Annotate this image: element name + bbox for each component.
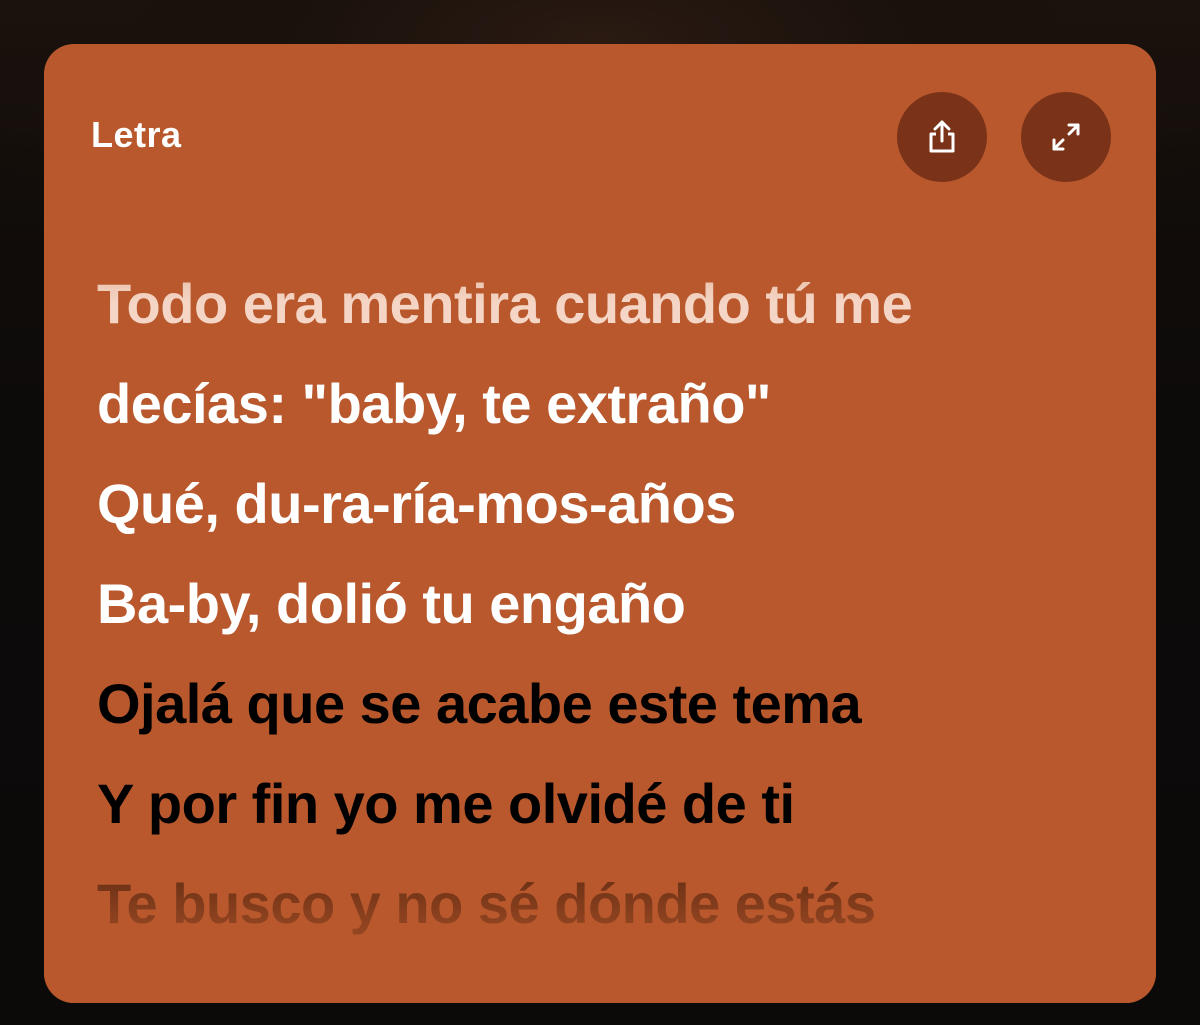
lyrics-panel: Letra Todo era mentira cuando tú me decí… (44, 44, 1156, 1003)
share-icon (929, 120, 955, 153)
expand-button[interactable] (1021, 92, 1111, 182)
lyric-line-upcoming[interactable]: Ojalá que se acabe este tema (97, 654, 1117, 754)
lyric-line-past[interactable]: Qué, du-ra-ría-mos-años (97, 454, 1117, 554)
lyric-line-past[interactable]: Ba-by, dolió tu engaño (97, 554, 1117, 654)
lyric-line-upcoming[interactable]: Y por fin yo me olvidé de ti (97, 754, 1117, 854)
lyrics-title: Letra (91, 114, 182, 155)
lyric-line-past[interactable]: Todo era mentira cuando tú me (97, 254, 1117, 354)
lyric-line-upcoming[interactable]: Te busco y no sé dónde estás (97, 854, 1117, 954)
lyrics-list: Todo era mentira cuando tú me decías: "b… (97, 254, 1117, 954)
share-button[interactable] (897, 92, 987, 182)
expand-icon (1052, 123, 1080, 151)
lyric-line-past[interactable]: decías: "baby, te extraño" (97, 354, 1117, 454)
